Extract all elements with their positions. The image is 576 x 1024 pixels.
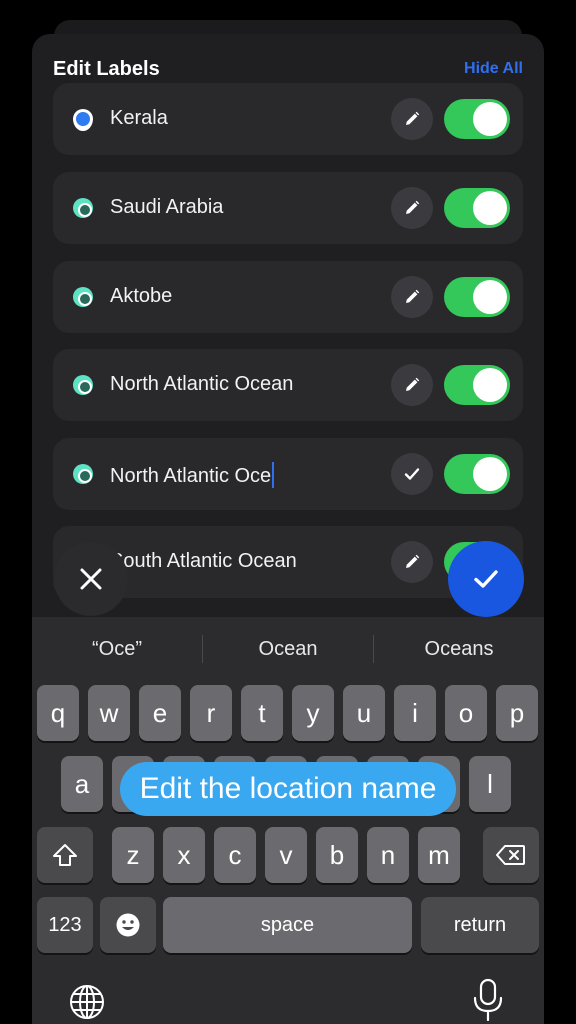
suggestion-item[interactable]: “Oce” (32, 631, 202, 667)
label-text: Aktobe (110, 285, 173, 307)
key-i[interactable]: i (394, 685, 436, 741)
dot-icon (73, 375, 93, 395)
toggle-knob (473, 191, 507, 225)
key-m[interactable]: m (418, 827, 460, 883)
key-x[interactable]: x (163, 827, 205, 883)
microphone-icon[interactable] (470, 978, 506, 1022)
toggle-knob (473, 457, 507, 491)
emoji-icon (116, 913, 140, 937)
label-text: North Atlantic Ocean (110, 373, 294, 395)
label-edit-input[interactable]: North Atlantic Oce (110, 462, 275, 488)
numbers-key[interactable]: 123 (37, 897, 93, 953)
dot-icon (73, 198, 93, 218)
pencil-icon (406, 289, 420, 303)
key-r[interactable]: r (190, 685, 232, 741)
keyboard: “Oce” Ocean Oceans q w e r t y u i o p a… (32, 617, 544, 1024)
visibility-toggle[interactable] (444, 454, 510, 494)
visibility-toggle[interactable] (444, 99, 510, 139)
location-pin-icon (73, 109, 93, 131)
pencil-icon (406, 554, 420, 568)
key-u[interactable]: u (343, 685, 385, 741)
label-row-kerala: Kerala (53, 83, 523, 155)
key-v[interactable]: v (265, 827, 307, 883)
suggestion-item[interactable]: Oceans (374, 631, 544, 667)
key-z[interactable]: z (112, 827, 154, 883)
return-key[interactable]: return (421, 897, 539, 953)
confirm-button[interactable] (448, 541, 524, 617)
edit-label-button[interactable] (391, 187, 433, 229)
edit-label-button[interactable] (391, 276, 433, 318)
edit-label-button[interactable] (391, 98, 433, 140)
label-edit-text: North Atlantic Oce (110, 465, 272, 487)
cancel-button[interactable] (54, 542, 128, 616)
label-text: Kerala (110, 107, 168, 129)
instruction-tooltip: Edit the location name (120, 762, 456, 816)
key-p[interactable]: p (496, 685, 538, 741)
key-y[interactable]: y (292, 685, 334, 741)
visibility-toggle[interactable] (444, 277, 510, 317)
globe-icon[interactable] (67, 982, 107, 1022)
edit-label-button[interactable] (391, 541, 433, 583)
label-text: South Atlantic Ocean (110, 550, 297, 572)
text-caret (272, 462, 275, 488)
key-a[interactable]: a (61, 756, 103, 812)
visibility-toggle[interactable] (444, 188, 510, 228)
visibility-toggle[interactable] (444, 365, 510, 405)
panel-header: Edit Labels Hide All (53, 58, 523, 84)
hide-all-button[interactable]: Hide All (464, 60, 523, 78)
label-row-editing: North Atlantic Oce (53, 438, 523, 510)
emoji-key[interactable] (100, 897, 156, 953)
label-row-saudi-arabia: Saudi Arabia (53, 172, 523, 244)
panel-title: Edit Labels (53, 58, 160, 80)
edit-label-button[interactable] (391, 364, 433, 406)
toggle-knob (473, 368, 507, 402)
key-o[interactable]: o (445, 685, 487, 741)
key-t[interactable]: t (241, 685, 283, 741)
dot-icon (73, 464, 93, 484)
suggestion-item[interactable]: Ocean (203, 631, 373, 667)
checkmark-icon (474, 570, 498, 588)
key-q[interactable]: q (37, 685, 79, 741)
label-row-north-atlantic-ocean: North Atlantic Ocean (53, 349, 523, 421)
suggestion-bar: “Oce” Ocean Oceans (32, 631, 544, 667)
shift-arrow-icon (53, 844, 77, 866)
save-label-button[interactable] (391, 453, 433, 495)
close-icon (80, 568, 102, 590)
key-c[interactable]: c (214, 827, 256, 883)
key-w[interactable]: w (88, 685, 130, 741)
checkmark-icon (404, 468, 420, 480)
backspace-icon (496, 845, 525, 865)
pencil-icon (406, 200, 420, 214)
toggle-knob (473, 102, 507, 136)
space-key[interactable]: space (163, 897, 412, 953)
pencil-icon (406, 377, 420, 391)
label-text: Saudi Arabia (110, 196, 224, 218)
label-row-aktobe: Aktobe (53, 261, 523, 333)
shift-key[interactable] (37, 827, 93, 883)
delete-key[interactable] (483, 827, 539, 883)
key-n[interactable]: n (367, 827, 409, 883)
toggle-knob (473, 280, 507, 314)
dot-icon (73, 287, 93, 307)
key-l[interactable]: l (469, 756, 511, 812)
key-e[interactable]: e (139, 685, 181, 741)
key-b[interactable]: b (316, 827, 358, 883)
pencil-icon (406, 111, 420, 125)
